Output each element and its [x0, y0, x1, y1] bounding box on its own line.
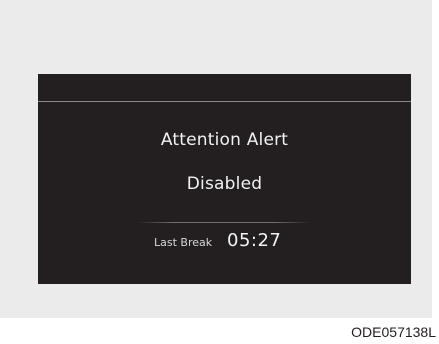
top-divider [38, 101, 411, 102]
last-break-label: Last Break [154, 236, 213, 249]
cluster-display: Attention Alert Disabled Last Break 05:2… [38, 74, 411, 284]
section-divider [138, 222, 310, 223]
background-panel: Attention Alert Disabled Last Break 05:2… [0, 0, 432, 318]
alert-title: Attention Alert [160, 130, 289, 150]
image-code: ODE057138L [351, 324, 436, 340]
last-break-time: 05:27 [227, 230, 282, 251]
alert-status: Disabled [186, 174, 263, 194]
